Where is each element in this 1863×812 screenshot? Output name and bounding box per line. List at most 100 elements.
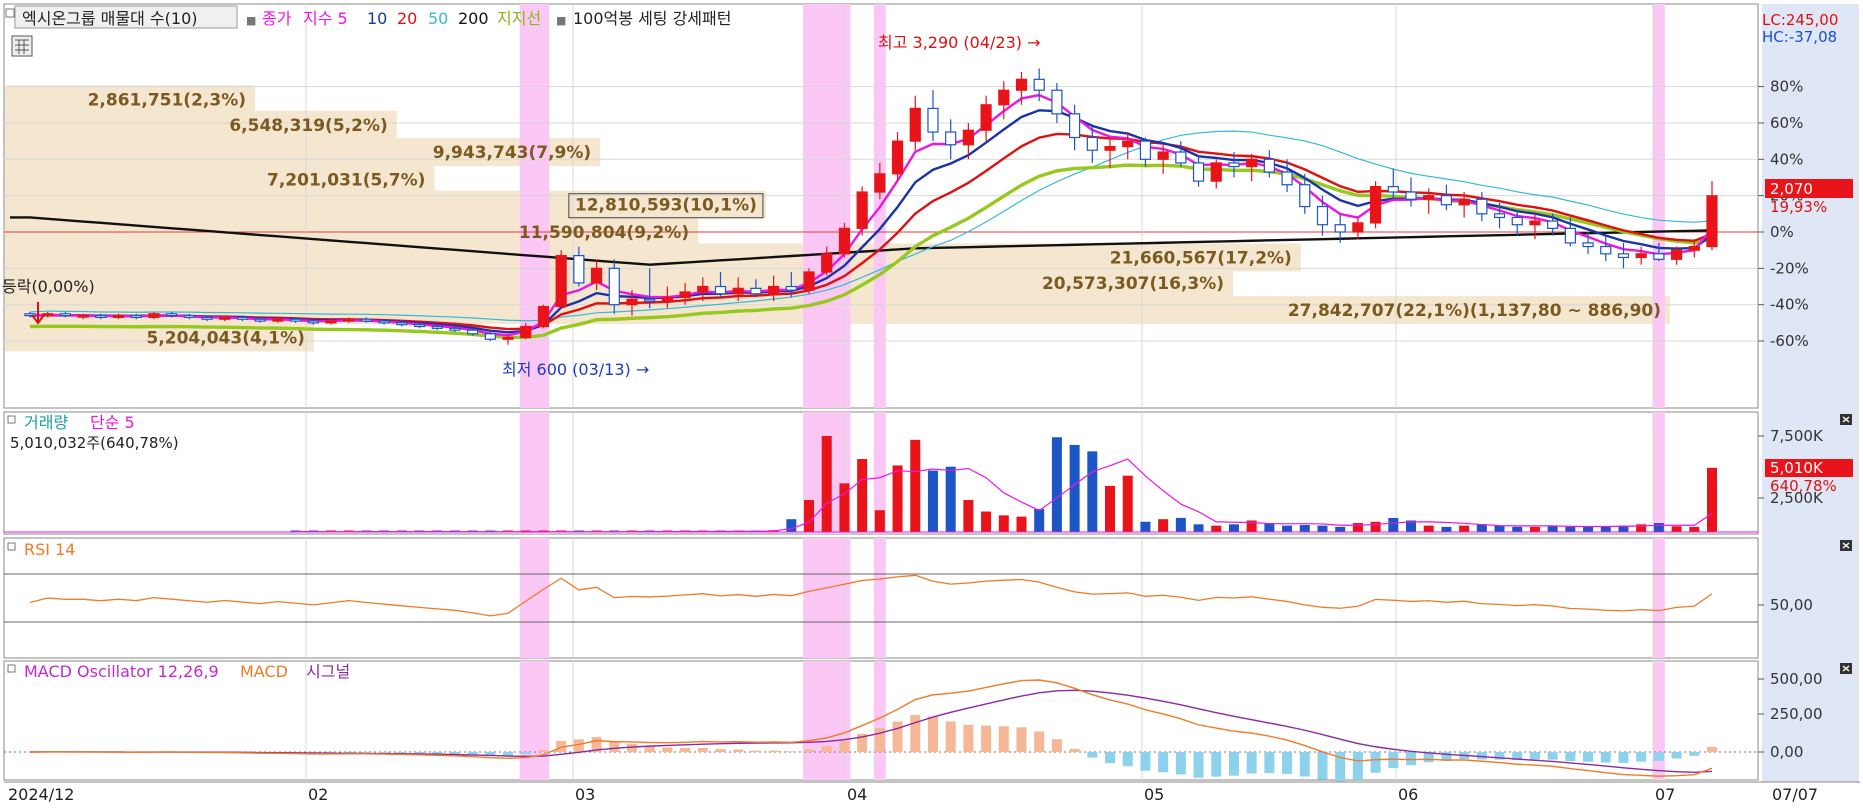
macd-title[interactable]: MACD Oscillator 12,26,9 [24, 662, 219, 681]
rsi-title[interactable]: RSI 14 [24, 540, 75, 559]
macd-label[interactable]: MACD [240, 662, 288, 681]
volume-bar [1211, 525, 1222, 532]
signal-label[interactable]: 시그널 [306, 662, 350, 681]
candle-up [555, 255, 567, 308]
x-tick-label: 05 [1144, 785, 1164, 804]
candle-down [1564, 227, 1576, 244]
candle-down [166, 313, 178, 317]
candle-up [909, 107, 921, 142]
legend-ma200[interactable]: 200 [458, 9, 489, 28]
candle-down [608, 267, 620, 306]
volume-bar [1158, 519, 1169, 532]
legend-indicator[interactable]: 엑시온그룹 매물대 수(10) [22, 9, 198, 28]
macd-osc-bar [1264, 752, 1275, 774]
volume-bar [1583, 526, 1594, 532]
macd-osc-bar [1352, 752, 1363, 780]
profile-label: 7,201,031(5,7%) [267, 170, 425, 190]
legend-ma5[interactable]: 지수 5 [303, 9, 348, 28]
profile-label: 20,573,307(16,3%) [1042, 274, 1224, 294]
candle-up [502, 336, 514, 340]
candle-down [201, 316, 213, 320]
legend-ma20[interactable]: 20 [397, 9, 417, 28]
candle-up [980, 104, 992, 131]
calculator-icon[interactable] [11, 35, 33, 57]
macd-osc-bar [1653, 752, 1664, 761]
volume-bar [1529, 526, 1540, 532]
candle-down [1192, 162, 1205, 182]
legend-pattern[interactable]: 100억봉 세팅 강세패턴 [573, 9, 731, 28]
macd-osc-bar [414, 752, 425, 754]
rsi-close-icon[interactable] [1840, 540, 1852, 551]
legend-support[interactable]: 지지선 [497, 9, 541, 28]
candle-up [112, 315, 125, 319]
hc-label: HC:-37,08 [1762, 28, 1837, 46]
volume-bar [1228, 524, 1239, 532]
candle-down [1582, 242, 1594, 248]
volume-bar [1016, 516, 1027, 532]
volume-bar [892, 465, 903, 532]
legend-close[interactable]: 종가 [262, 9, 292, 28]
macd-tick-label: 500,00 [1770, 670, 1823, 688]
macd-osc-bar [1689, 752, 1700, 756]
volume-bar [1494, 525, 1505, 532]
price-tick-label: -40% [1770, 296, 1809, 314]
candle-down [1263, 158, 1275, 173]
volume-ma[interactable]: 단순 5 [90, 413, 135, 432]
volume-bar [1423, 525, 1434, 532]
macd-osc-bar [1087, 752, 1098, 758]
highlight-band [519, 661, 550, 780]
macd-osc-bar [697, 747, 708, 752]
volume-bar [945, 466, 956, 532]
candle-down [378, 320, 390, 324]
highlight-band [803, 661, 851, 780]
candle-down [1139, 140, 1152, 160]
candle-down [644, 298, 656, 302]
profile-bar [5, 243, 1301, 272]
candle-up [272, 318, 284, 322]
candle-up [1670, 249, 1683, 260]
x-tick-label: 04 [847, 785, 867, 804]
macd-tick-label: 0,00 [1770, 743, 1803, 761]
volume-bar [874, 510, 885, 532]
volume-bar [1317, 525, 1328, 532]
macd-osc-bar [927, 716, 938, 752]
macd-osc-bar [644, 746, 655, 752]
macd-close-icon[interactable] [1840, 663, 1852, 674]
x-tick-label: 2024/12 [8, 785, 74, 804]
candle-down [59, 313, 72, 317]
candle-down [1069, 113, 1081, 139]
highlight-band [803, 538, 851, 658]
candle-down [130, 315, 142, 319]
candle-down [467, 329, 479, 335]
volume-bar [981, 511, 992, 532]
macd-osc-bar [981, 725, 992, 752]
candle-up [768, 285, 780, 295]
candle-up [1122, 140, 1134, 148]
candle-up [343, 318, 355, 322]
candle-up [679, 291, 691, 299]
volume-bar [1512, 526, 1523, 532]
macd-osc-bar [520, 752, 531, 754]
candle-up [148, 313, 160, 319]
volume-close-icon[interactable] [1840, 414, 1852, 425]
macd-osc-bar [1299, 752, 1310, 777]
profile-label: 5,204,043(4,1%) [146, 328, 304, 348]
profile-label: 9,943,743(7,9%) [433, 143, 591, 163]
candle-down [360, 318, 372, 322]
volume-title[interactable]: 거래량 [24, 413, 68, 432]
volume-bar [910, 439, 921, 532]
legend-ma10[interactable]: 10 [367, 9, 387, 28]
volume-bar [1441, 526, 1452, 532]
macd-osc-bar [1618, 752, 1629, 763]
volume-bar [963, 500, 974, 532]
highlight-band [873, 538, 886, 658]
volume-bar [1388, 517, 1399, 532]
profile-label: 27,842,707(22,1%)(1,137,80 ~ 886,90) [1288, 301, 1661, 321]
candle-down [1440, 195, 1453, 206]
volume-bar [1671, 526, 1682, 532]
legend-ma50[interactable]: 50 [428, 9, 448, 28]
macd-osc-bar [945, 721, 956, 752]
candle-down [183, 315, 195, 319]
candle-up [732, 287, 744, 295]
macd-osc-bar [609, 741, 620, 752]
